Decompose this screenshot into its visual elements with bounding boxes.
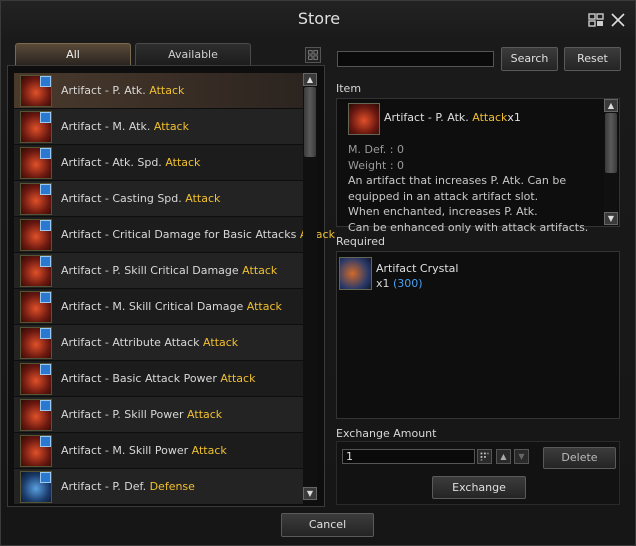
exchange-button[interactable]: Exchange: [432, 476, 526, 499]
artifact-icon: [20, 327, 52, 359]
tab-available[interactable]: Available: [135, 43, 251, 65]
item-name: Artifact - M. Skill Critical Damage: [61, 300, 244, 313]
list-item[interactable]: Artifact - P. Def. Defense: [14, 469, 303, 505]
list-item[interactable]: Artifact - Basic Attack Power Attack: [14, 361, 303, 397]
item-tag: Attack: [246, 300, 282, 313]
item-name: Artifact - P. Def.: [61, 480, 147, 493]
detail-item-tag: Attack: [472, 111, 508, 124]
desc-line-2: When enchanted, increases P. Atk.: [348, 205, 538, 219]
item-tag: Attack: [191, 444, 227, 457]
scroll-up-icon[interactable]: ▲: [303, 73, 317, 86]
list-item[interactable]: Artifact - Critical Damage for Basic Att…: [14, 217, 335, 253]
list-item[interactable]: Artifact - Casting Spd. Attack: [14, 181, 303, 217]
list-item[interactable]: Artifact - P. Atk. Attack: [14, 73, 303, 109]
item-name: Artifact - Attribute Attack: [61, 336, 200, 349]
detail-item-name: Artifact - P. Atk.: [384, 111, 469, 124]
list-item[interactable]: Artifact - Atk. Spd. Attack: [14, 145, 303, 181]
item-name: Artifact - P. Skill Power: [61, 408, 184, 421]
list-item[interactable]: Artifact - M. Atk. Attack: [14, 109, 303, 145]
desc-line-1: An artifact that increases P. Atk. Can b…: [348, 174, 567, 203]
list-item[interactable]: Artifact - P. Skill Power Attack: [14, 397, 303, 433]
artifact-crystal-icon: [339, 257, 372, 290]
artifact-icon: [20, 291, 52, 323]
artifact-icon: [20, 255, 52, 287]
item-tag: Defense: [149, 480, 195, 493]
item-name: Artifact - P. Skill Critical Damage: [61, 264, 239, 277]
detail-item-qty: x1: [507, 111, 521, 124]
artifact-icon: [348, 103, 380, 135]
artifact-icon: [20, 75, 52, 107]
scroll-down-icon[interactable]: ▼: [303, 487, 317, 500]
required-qty: x1: [376, 277, 390, 290]
desc-line-3: Can be enhanced only with attack artifac…: [348, 220, 589, 234]
exchange-amount-label: Exchange Amount: [336, 427, 437, 440]
artifact-icon: [20, 219, 52, 251]
item-list: Artifact - P. Atk. Attack Artifact - M. …: [14, 73, 335, 505]
artifact-defense-icon: [20, 471, 52, 503]
window-title: Store: [297, 9, 341, 28]
item-tag: Attack: [149, 84, 185, 97]
view-toggle-icon[interactable]: [305, 47, 321, 63]
item-tag: Attack: [220, 372, 256, 385]
artifact-icon: [20, 399, 52, 431]
item-section-label: Item: [336, 82, 362, 95]
mdef-stat: M. Def. : 0: [348, 143, 404, 156]
delete-button[interactable]: Delete: [543, 447, 616, 469]
required-item-name: Artifact Crystal: [376, 262, 459, 275]
artifact-icon: [20, 363, 52, 395]
list-item[interactable]: Artifact - Attribute Attack Attack: [14, 325, 303, 361]
required-section-label: Required: [336, 235, 385, 248]
cancel-button[interactable]: Cancel: [281, 513, 374, 537]
settings-icon[interactable]: [587, 11, 605, 29]
item-description: M. Def. : 0 Weight : 0 An artifact that …: [348, 142, 606, 234]
list-item[interactable]: Artifact - P. Skill Critical Damage Atta…: [14, 253, 303, 289]
scroll-thumb[interactable]: [605, 113, 617, 173]
artifact-icon: [20, 111, 52, 143]
weight-stat: Weight : 0: [348, 158, 405, 172]
search-button[interactable]: Search: [501, 47, 558, 71]
item-tag: Attack: [185, 192, 221, 205]
artifact-icon: [20, 435, 52, 467]
item-tag: Attack: [153, 120, 189, 133]
detail-scrollbar[interactable]: ▲ ▼: [604, 99, 618, 226]
list-item[interactable]: Artifact - M. Skill Power Attack: [14, 433, 303, 469]
search-input[interactable]: [337, 51, 494, 67]
store-window: Store All Available Artifact - P. Atk. A…: [0, 0, 636, 546]
item-name: Artifact - P. Atk.: [61, 84, 146, 97]
artifact-icon: [20, 147, 52, 179]
item-name: Artifact - M. Skill Power: [61, 444, 189, 457]
amount-input[interactable]: 1: [342, 449, 475, 464]
item-name: Artifact - Critical Damage for Basic Att…: [61, 228, 297, 241]
list-item[interactable]: Artifact - M. Skill Critical Damage Atta…: [14, 289, 303, 325]
item-name: Artifact - Atk. Spd.: [61, 156, 162, 169]
item-name: Artifact - Basic Attack Power: [61, 372, 217, 385]
scroll-down-icon[interactable]: ▼: [604, 212, 618, 225]
item-name: Artifact - Casting Spd.: [61, 192, 182, 205]
reset-button[interactable]: Reset: [564, 47, 621, 71]
item-tag: Attack: [187, 408, 223, 421]
item-tag: Attack: [165, 156, 201, 169]
filter-tabs: All Available: [15, 43, 325, 65]
artifact-icon: [20, 183, 52, 215]
calculator-icon[interactable]: [477, 449, 492, 464]
scroll-up-icon[interactable]: ▲: [604, 99, 618, 112]
amount-up-icon[interactable]: ▲: [496, 449, 511, 464]
item-tag: Attack: [203, 336, 239, 349]
item-name: Artifact - M. Atk.: [61, 120, 151, 133]
list-scrollbar[interactable]: ▲ ▼: [303, 73, 317, 501]
item-tag: Attack: [242, 264, 278, 277]
close-icon[interactable]: [609, 11, 627, 29]
owned-count: (300): [393, 277, 423, 290]
scroll-thumb[interactable]: [304, 87, 316, 157]
tab-all[interactable]: All: [15, 43, 131, 65]
amount-down-icon[interactable]: ▼: [514, 449, 529, 464]
